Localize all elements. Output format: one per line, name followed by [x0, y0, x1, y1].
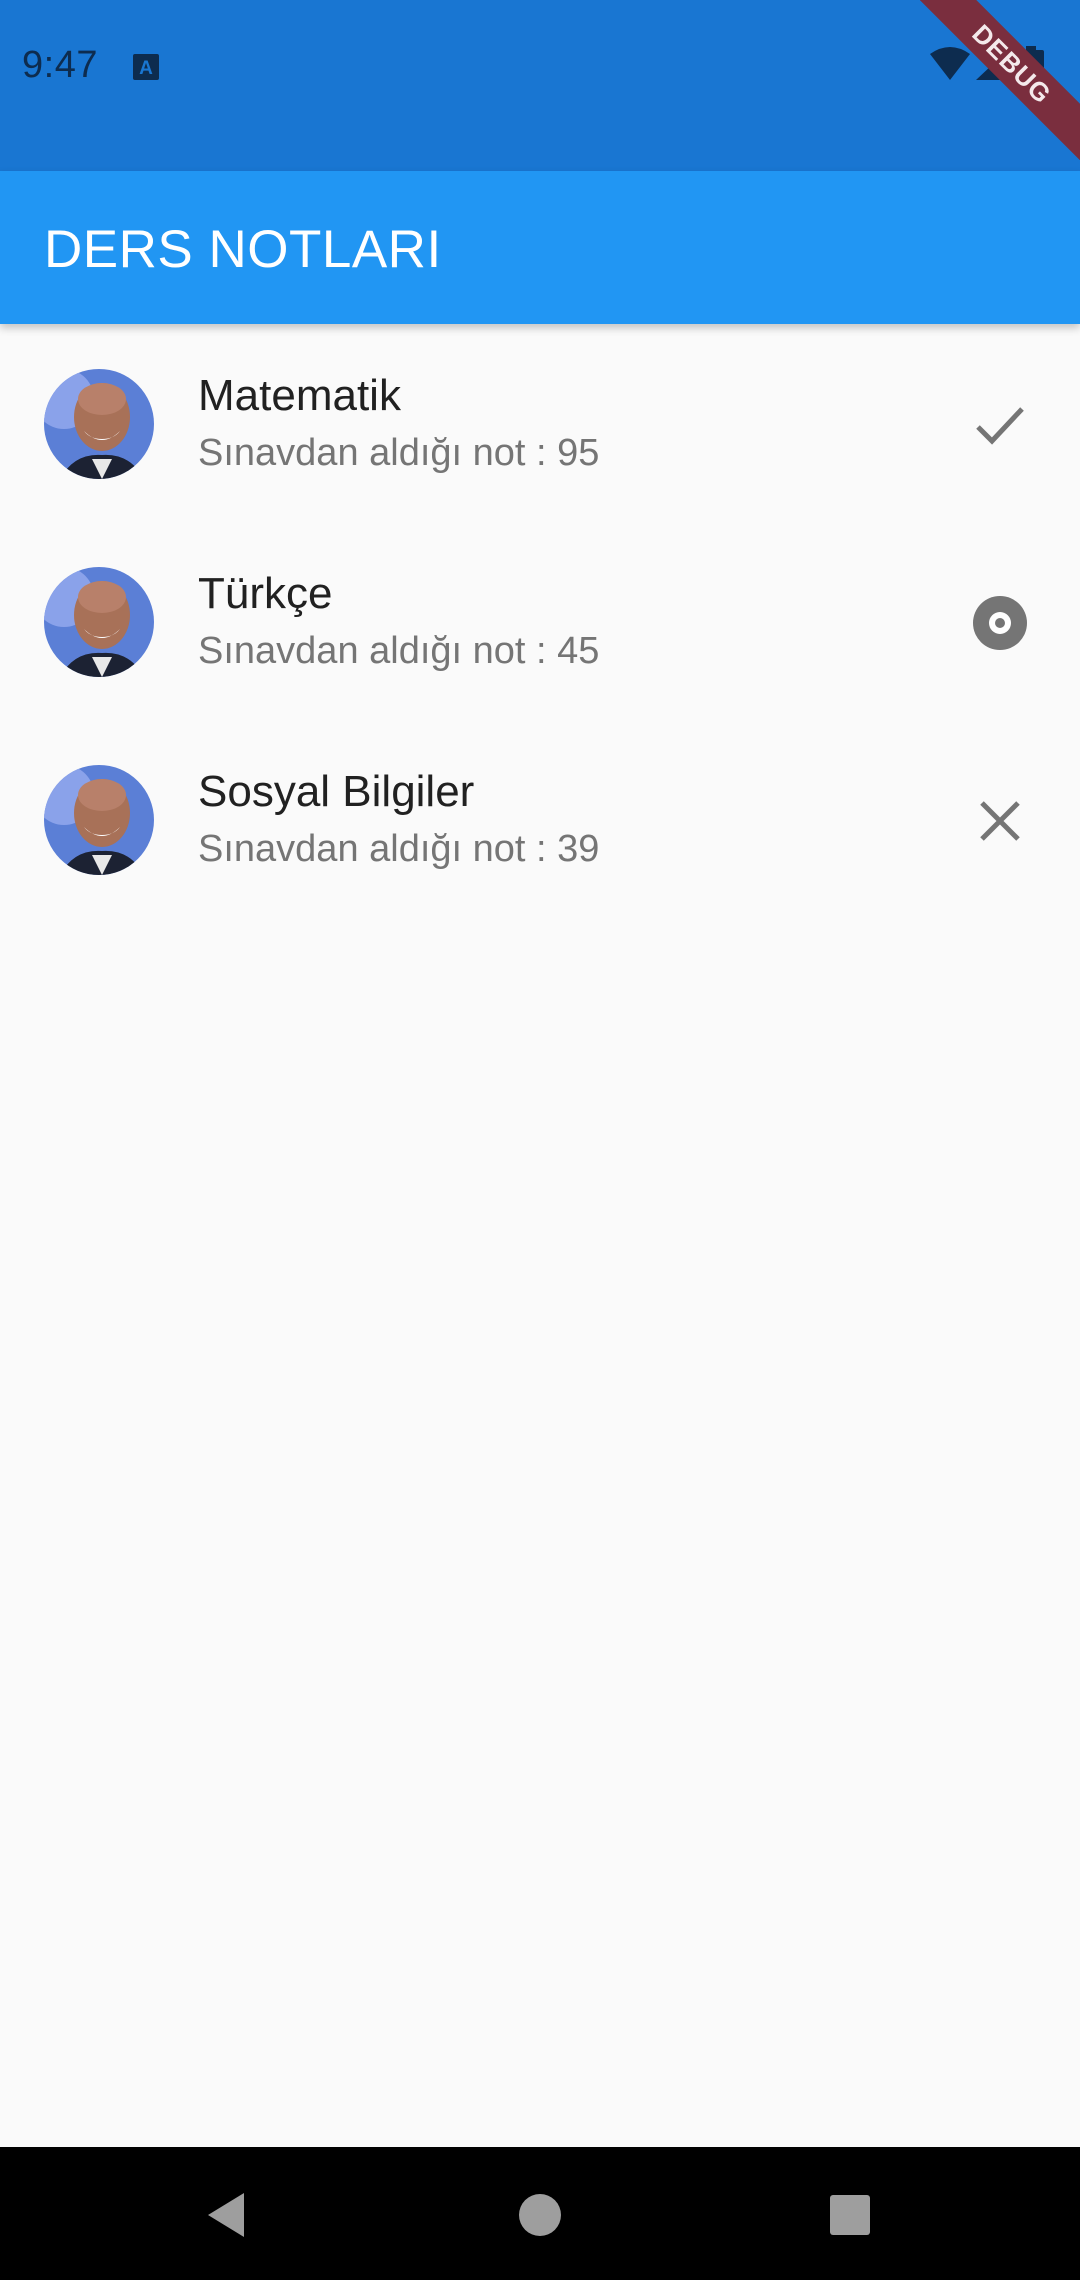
avatar: [44, 765, 154, 875]
close-icon: [968, 789, 1032, 853]
navigation-bar: [0, 2147, 1080, 2280]
grades-list: Matematik Sınavdan aldığı not : 95 Türkç…: [0, 326, 1080, 920]
radio-circle-icon: [968, 591, 1032, 655]
item-title: Sosyal Bilgiler: [198, 767, 475, 816]
home-icon[interactable]: [508, 2183, 572, 2247]
app-title: DERS NOTLARI: [44, 220, 442, 279]
status-bar: 9:47 A: [0, 0, 1080, 171]
battery-icon: [1018, 46, 1044, 86]
item-title: Türkçe: [198, 569, 333, 618]
list-item[interactable]: Matematik Sınavdan aldığı not : 95: [0, 326, 1080, 524]
app-bar: DERS NOTLARI: [0, 171, 1080, 324]
back-icon[interactable]: [194, 2183, 258, 2247]
item-subtitle: Sınavdan aldığı not : 39: [198, 828, 600, 870]
status-time: 9:47: [22, 44, 98, 86]
item-title: Matematik: [198, 371, 401, 420]
signal-icon: [976, 48, 1010, 80]
check-icon: [968, 393, 1032, 457]
avatar: [44, 567, 154, 677]
item-subtitle: Sınavdan aldığı not : 45: [198, 630, 600, 672]
list-item[interactable]: Türkçe Sınavdan aldığı not : 45: [0, 524, 1080, 722]
text-a-icon: A: [132, 53, 160, 81]
wifi-icon: [930, 47, 970, 80]
svg-text:A: A: [139, 58, 153, 79]
list-item[interactable]: Sosyal Bilgiler Sınavdan aldığı not : 39: [0, 722, 1080, 920]
screen: 9:47 A DEBUG DERS NOTLARI Matematik Sına…: [0, 0, 1080, 2280]
avatar: [44, 369, 154, 479]
status-icons: [930, 46, 1060, 86]
recents-icon[interactable]: [818, 2183, 882, 2247]
item-subtitle: Sınavdan aldığı not : 95: [198, 432, 600, 474]
